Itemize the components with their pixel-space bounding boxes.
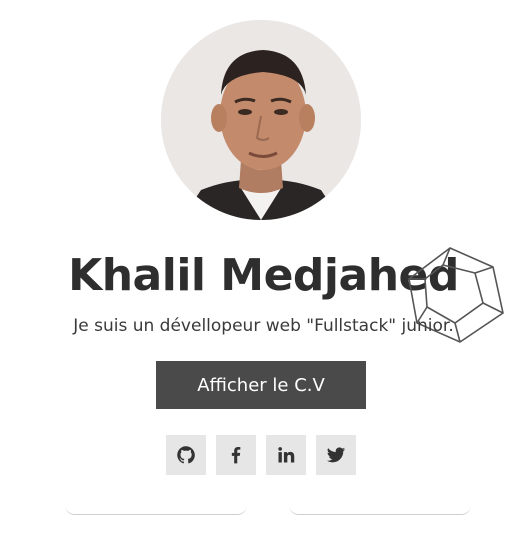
linkedin-icon xyxy=(278,447,295,463)
show-cv-button[interactable]: Afficher le C.V xyxy=(156,361,366,409)
card-edge-left xyxy=(65,500,247,515)
facebook-icon xyxy=(231,447,241,464)
profile-photo xyxy=(161,20,361,220)
twitter-link[interactable] xyxy=(316,435,356,475)
profile-avatar xyxy=(161,20,361,220)
github-icon xyxy=(177,446,195,464)
github-link[interactable] xyxy=(166,435,206,475)
twitter-icon xyxy=(326,447,346,463)
card-edge-right xyxy=(289,500,471,515)
profile-tagline: Je suis un dévellopeur web "Fullstack" j… xyxy=(73,316,454,336)
social-links xyxy=(166,435,356,475)
facebook-link[interactable] xyxy=(216,435,256,475)
linkedin-link[interactable] xyxy=(266,435,306,475)
